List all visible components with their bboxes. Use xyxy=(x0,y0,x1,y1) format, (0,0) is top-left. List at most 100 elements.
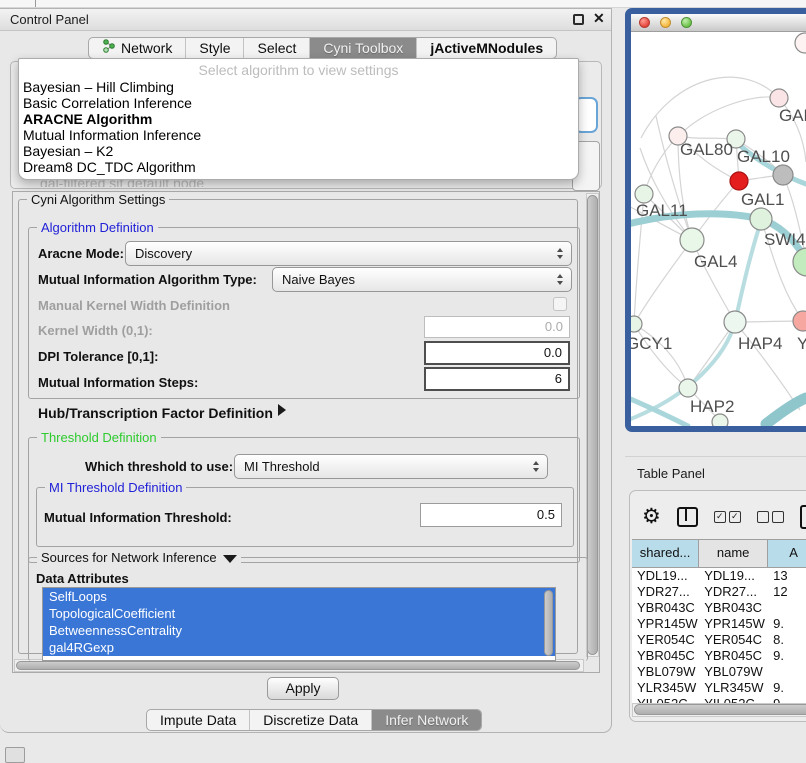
table-cell[interactable]: YBR045C xyxy=(699,648,768,664)
hub-definition-label: Hub/Transcription Factor Definition xyxy=(38,405,273,421)
minimized-panel-icon[interactable] xyxy=(5,747,25,763)
table-cell[interactable]: YBL079W xyxy=(699,664,768,680)
table-row[interactable]: YBR045CYBR045C9. xyxy=(632,648,806,664)
table-cell[interactable]: YBR045C xyxy=(632,648,699,664)
aracne-mode-combo[interactable]: Discovery xyxy=(125,241,572,266)
manual-kernel-label: Manual Kernel Width Definition xyxy=(38,298,230,313)
column-header[interactable]: A xyxy=(768,540,806,567)
window-zoom-button[interactable] xyxy=(681,17,692,28)
table-row[interactable]: YER054CYER054C8. xyxy=(632,632,806,648)
kernel-width-field[interactable]: 0.0 xyxy=(424,316,570,338)
column-header[interactable]: shared... xyxy=(632,540,699,567)
tab-discretize-data[interactable]: Discretize Data xyxy=(250,710,372,730)
table-cell[interactable]: 13 xyxy=(768,568,806,584)
table-cell[interactable]: YDR27... xyxy=(699,584,768,600)
split-view-icon[interactable] xyxy=(677,507,698,527)
data-attribute-item[interactable]: TopologicalCoefficient xyxy=(43,605,555,622)
mi-type-combo[interactable]: Naive Bayes xyxy=(272,267,572,292)
network-node-gal1[interactable] xyxy=(730,172,748,190)
table-cell[interactable]: YDR27... xyxy=(632,584,699,600)
mi-steps-field[interactable]: 6 xyxy=(424,367,570,391)
table-cell[interactable]: 9. xyxy=(768,648,806,664)
network-node-top-partial[interactable] xyxy=(795,33,806,53)
table-cell[interactable]: YPR145W xyxy=(699,616,768,632)
network-node-salmon[interactable] xyxy=(793,311,806,331)
data-attribute-item[interactable]: gal4RGexp xyxy=(43,639,555,656)
window-close-button[interactable] xyxy=(639,17,650,28)
network-node-label: GAL10 xyxy=(737,147,790,166)
table-cell[interactable]: YLR345W xyxy=(699,680,768,696)
table-cell[interactable]: YER054C xyxy=(699,632,768,648)
network-node-hap4[interactable] xyxy=(724,311,746,333)
float-window-icon[interactable] xyxy=(573,14,584,25)
network-node-gal4[interactable] xyxy=(680,228,704,252)
network-node-gray-node[interactable] xyxy=(773,165,793,185)
table-horizontal-scrollbar-thumb[interactable] xyxy=(634,704,806,715)
algorithm-option[interactable]: ARACNE Algorithm xyxy=(19,111,578,127)
tab-label: Impute Data xyxy=(160,709,236,731)
network-canvas[interactable]: GALGAL80GAL10GAL1GAL11SWI4GAL4GCY1HAP4YH… xyxy=(631,32,806,426)
kernel-width-label: Kernel Width (0,1): xyxy=(38,323,153,338)
table-row[interactable]: YBL079WYBL079W xyxy=(632,664,806,680)
table-cell[interactable]: 9. xyxy=(768,616,806,632)
table-row[interactable]: YBR043CYBR043C xyxy=(632,600,806,616)
tab-network[interactable]: Network xyxy=(89,38,186,58)
settings-vertical-scrollbar-thumb[interactable] xyxy=(587,195,598,655)
network-node-gal-partial[interactable] xyxy=(770,89,788,107)
data-attributes-list[interactable]: SelfLoopsTopologicalCoefficientBetweenne… xyxy=(42,587,556,661)
data-attribute-item[interactable]: SelfLoops xyxy=(43,588,555,605)
table-cell[interactable]: YLR345W xyxy=(632,680,699,696)
table-row[interactable]: YDL19...YDL19...13 xyxy=(632,568,806,584)
algorithm-option[interactable]: Dream8 DC_TDC Algorithm xyxy=(19,159,578,175)
table-cell[interactable]: 8. xyxy=(768,632,806,648)
table-cell[interactable]: YBR043C xyxy=(699,600,768,616)
close-icon[interactable]: ✕ xyxy=(593,10,605,27)
manual-kernel-checkbox[interactable] xyxy=(553,297,567,311)
network-node-big-green[interactable] xyxy=(793,248,806,276)
network-node-hap2[interactable] xyxy=(679,379,697,397)
which-threshold-value: MI Threshold xyxy=(244,459,320,474)
algorithm-popup: Select algorithm to view settings Bayesi… xyxy=(18,58,579,180)
document-icon[interactable] xyxy=(800,505,806,529)
network-node-gcy1[interactable] xyxy=(631,316,642,332)
tab-select[interactable]: Select xyxy=(244,38,310,58)
dpi-tolerance-field[interactable]: 0.0 xyxy=(424,341,570,365)
attributes-scrollbar-thumb[interactable] xyxy=(544,590,553,656)
mi-threshold-field[interactable]: 0.5 xyxy=(420,503,562,527)
table-cell[interactable] xyxy=(768,664,806,680)
checked-columns-icon[interactable]: ✓✓ xyxy=(714,511,741,523)
tab-infer-network[interactable]: Infer Network xyxy=(372,710,481,730)
window-minimize-button[interactable] xyxy=(660,17,671,28)
algorithm-option[interactable]: Mutual Information Inference xyxy=(19,127,578,143)
table-cell[interactable]: 9. xyxy=(768,680,806,696)
algorithm-option[interactable]: Bayesian – K2 xyxy=(19,143,578,159)
tab-jactivemnodules[interactable]: jActiveMNodules xyxy=(417,38,556,58)
table-cell[interactable] xyxy=(768,600,806,616)
data-attribute-item[interactable]: BetweennessCentrality xyxy=(43,622,555,639)
table-cell[interactable]: YDL19... xyxy=(699,568,768,584)
table-cell[interactable]: YBL079W xyxy=(632,664,699,680)
table-row[interactable]: YPR145WYPR145W9. xyxy=(632,616,806,632)
table-row[interactable]: YLR345WYLR345W9. xyxy=(632,680,806,696)
sources-disclosure-icon[interactable] xyxy=(223,555,237,563)
table-cell[interactable]: YER054C xyxy=(632,632,699,648)
table-cell[interactable]: YPR145W xyxy=(632,616,699,632)
algorithm-option[interactable]: Bayesian – Hill Climbing xyxy=(19,79,578,95)
tab-impute-data[interactable]: Impute Data xyxy=(147,710,250,730)
tab-style[interactable]: Style xyxy=(186,38,244,58)
gear-icon[interactable]: ⚙ xyxy=(642,506,661,528)
algorithm-popup-list: Bayesian – Hill ClimbingBasic Correlatio… xyxy=(19,79,578,175)
settings-horizontal-scrollbar-thumb[interactable] xyxy=(16,661,580,670)
tab-cyni-toolbox[interactable]: Cyni Toolbox xyxy=(310,38,417,58)
table-row[interactable]: YDR27...YDR27...12 xyxy=(632,584,806,600)
table-cell[interactable]: YDL19... xyxy=(632,568,699,584)
network-node-swi4[interactable] xyxy=(750,208,772,230)
algorithm-option[interactable]: Basic Correlation Inference xyxy=(19,95,578,111)
which-threshold-combo[interactable]: MI Threshold xyxy=(234,454,548,479)
apply-button[interactable]: Apply xyxy=(267,677,339,700)
unchecked-columns-icon[interactable] xyxy=(757,511,784,523)
hub-disclosure-icon[interactable] xyxy=(278,404,286,416)
table-cell[interactable]: 12 xyxy=(768,584,806,600)
column-header[interactable]: name xyxy=(699,540,768,567)
table-cell[interactable]: YBR043C xyxy=(632,600,699,616)
